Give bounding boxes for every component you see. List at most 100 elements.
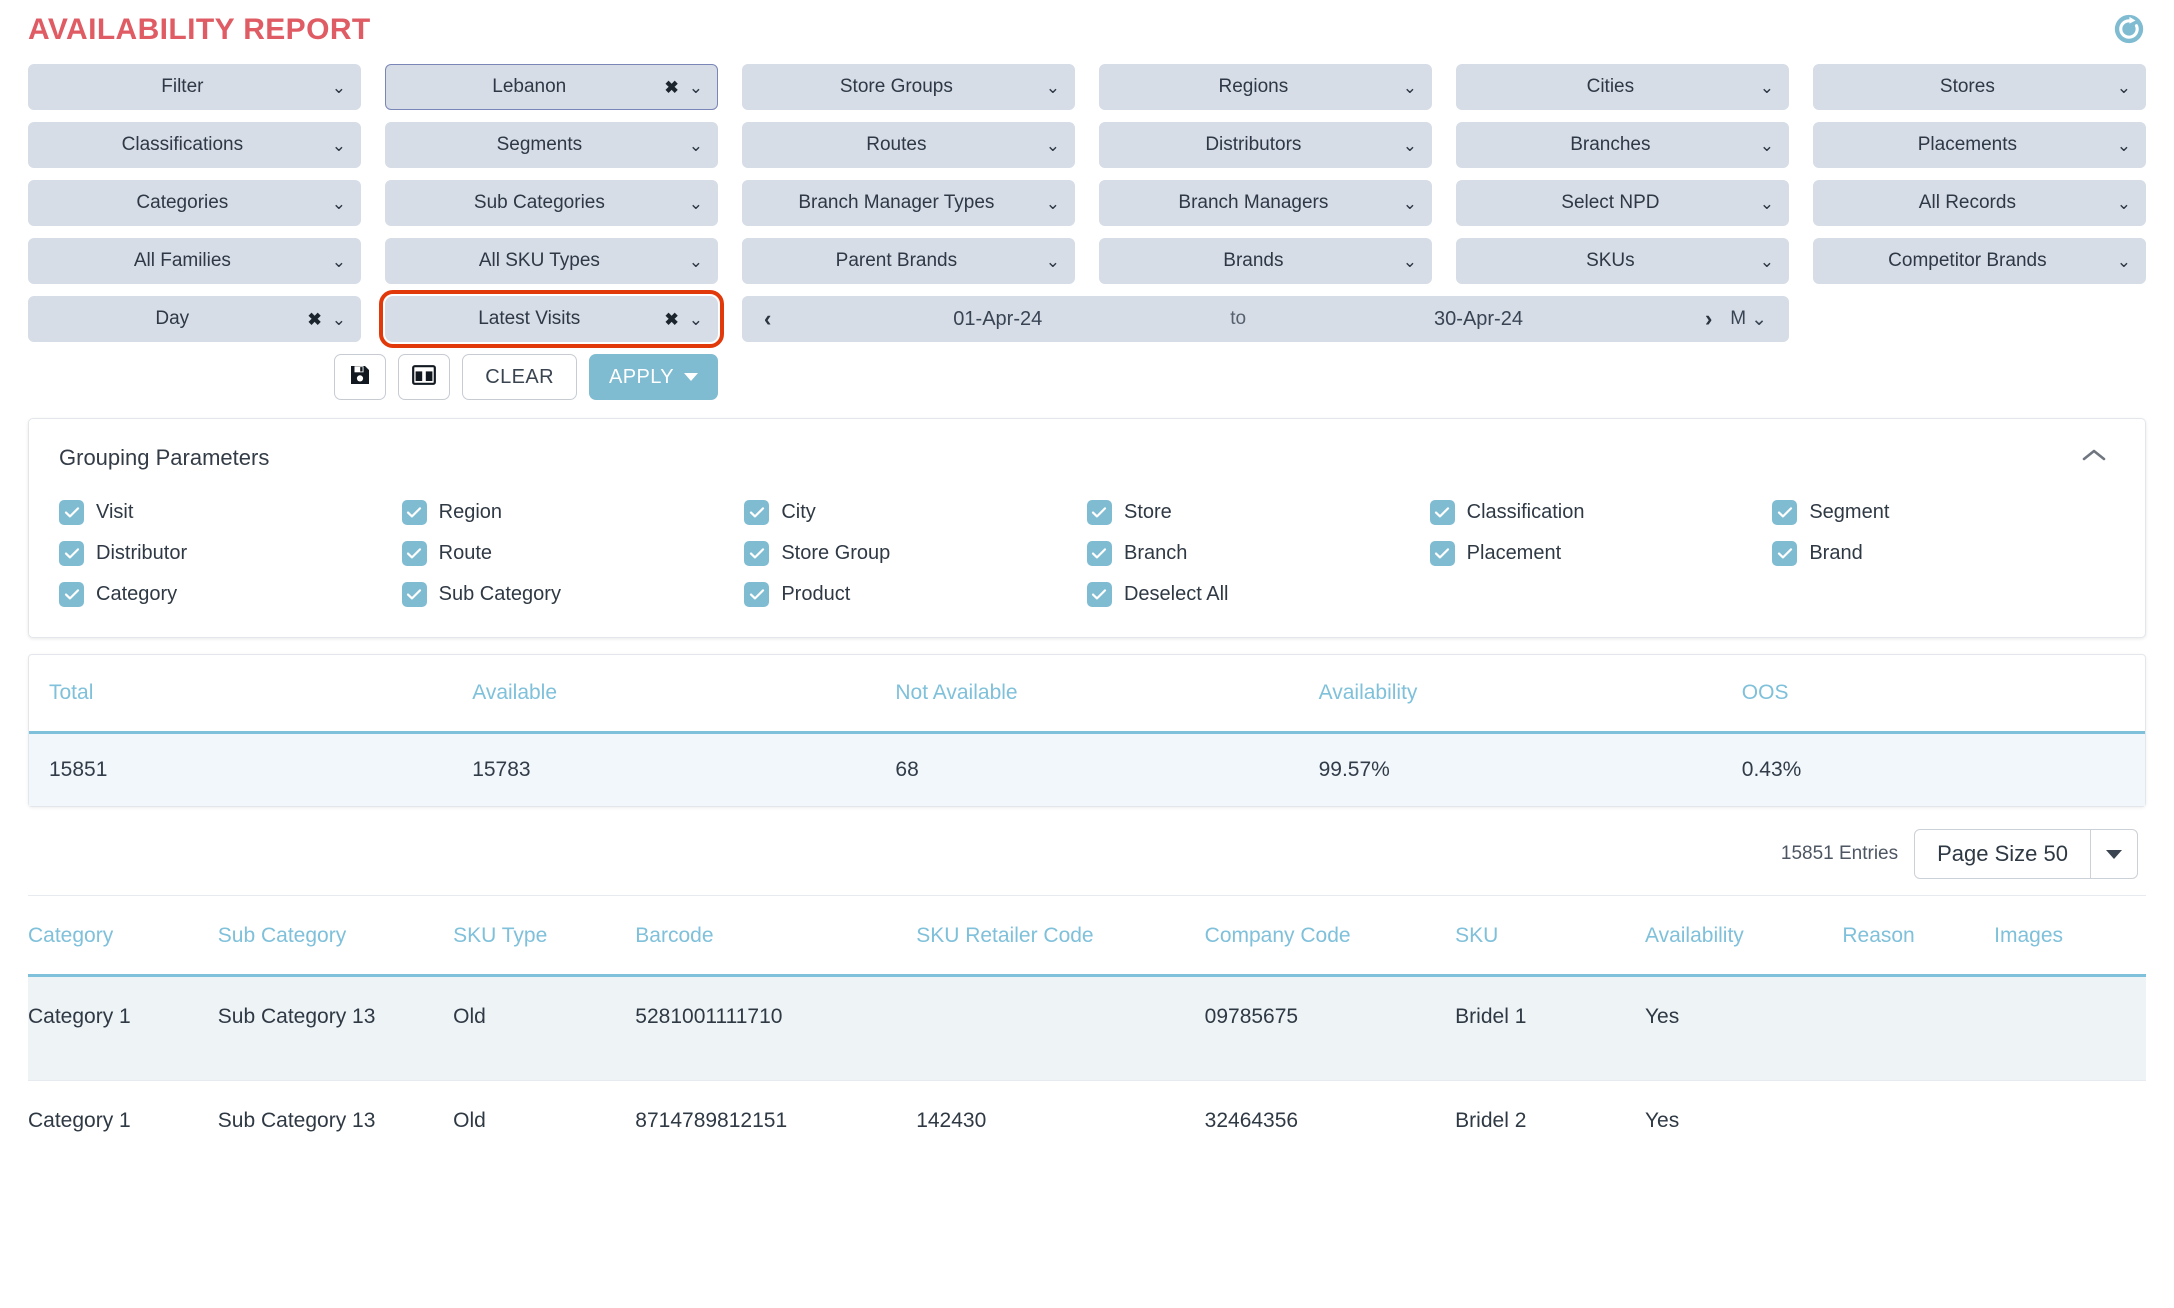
- grouping-checkbox-store-group[interactable]: Store Group: [744, 541, 1087, 566]
- filter-dropdown-competitor-brands[interactable]: Competitor Brands⌄: [1813, 238, 2146, 284]
- grouping-checkbox-product[interactable]: Product: [744, 582, 1087, 607]
- refresh-icon[interactable]: [2112, 12, 2146, 46]
- filter-dropdown-lebanon[interactable]: Lebanon✖⌄: [385, 64, 718, 110]
- chevron-down-icon[interactable]: [2091, 830, 2137, 878]
- filter-dropdown-store-groups[interactable]: Store Groups⌄: [742, 64, 1075, 110]
- chevron-down-icon[interactable]: ⌄: [1046, 195, 1060, 212]
- grouping-checkbox-deselect-all[interactable]: Deselect All: [1087, 582, 1430, 607]
- table-row[interactable]: Category 1Sub Category 13Old528100111171…: [28, 977, 2146, 1080]
- chevron-down-icon[interactable]: ⌄: [1760, 137, 1774, 154]
- date-range-start[interactable]: 01-Apr-24: [771, 308, 1224, 331]
- grouping-checkbox-store[interactable]: Store: [1087, 500, 1430, 525]
- table-column-header[interactable]: Availability: [1645, 896, 1842, 974]
- chevron-down-icon[interactable]: ⌄: [2117, 253, 2131, 270]
- filter-dropdown-all-sku-types[interactable]: All SKU Types⌄: [385, 238, 718, 284]
- chevron-down-icon[interactable]: ⌄: [332, 79, 346, 96]
- grouping-checkbox-distributor[interactable]: Distributor: [59, 541, 402, 566]
- chevron-down-icon[interactable]: ⌄: [689, 137, 703, 154]
- chevron-down-icon[interactable]: ⌄: [2117, 137, 2131, 154]
- grouping-checkbox-city[interactable]: City: [744, 500, 1087, 525]
- chevron-down-icon[interactable]: ⌄: [332, 137, 346, 154]
- chevron-up-icon[interactable]: [2073, 443, 2115, 472]
- chevron-down-icon[interactable]: ⌄: [689, 311, 703, 328]
- table-column-header[interactable]: Category: [28, 896, 218, 974]
- chevron-down-icon[interactable]: ⌄: [689, 253, 703, 270]
- grouping-checkbox-brand[interactable]: Brand: [1772, 541, 2115, 566]
- grouping-checkbox-segment[interactable]: Segment: [1772, 500, 2115, 525]
- filter-dropdown-stores[interactable]: Stores⌄: [1813, 64, 2146, 110]
- chevron-down-icon[interactable]: ⌄: [1403, 253, 1417, 270]
- filter-dropdown-all-families[interactable]: All Families⌄: [28, 238, 361, 284]
- chevron-down-icon[interactable]: ⌄: [1046, 137, 1060, 154]
- summary-column-header[interactable]: Not Available: [875, 655, 1298, 731]
- filter-dropdown-placements[interactable]: Placements⌄: [1813, 122, 2146, 168]
- chevron-down-icon[interactable]: ⌄: [1403, 195, 1417, 212]
- chevron-down-icon[interactable]: ⌄: [1760, 195, 1774, 212]
- filter-dropdown-categories[interactable]: Categories⌄: [28, 180, 361, 226]
- apply-button[interactable]: APPLY: [589, 354, 718, 400]
- date-range-picker[interactable]: ‹01-Apr-24to30-Apr-24›M⌄: [742, 296, 1789, 342]
- grouping-checkbox-region[interactable]: Region: [402, 500, 745, 525]
- filter-dropdown-sub-categories[interactable]: Sub Categories⌄: [385, 180, 718, 226]
- grouping-checkbox-placement[interactable]: Placement: [1430, 541, 1773, 566]
- summary-column-header[interactable]: Availability: [1299, 655, 1722, 731]
- filter-dropdown-branch-manager-types[interactable]: Branch Manager Types⌄: [742, 180, 1075, 226]
- filter-dropdown-segments[interactable]: Segments⌄: [385, 122, 718, 168]
- filter-dropdown-cities[interactable]: Cities⌄: [1456, 64, 1789, 110]
- filter-dropdown-distributors[interactable]: Distributors⌄: [1099, 122, 1432, 168]
- filter-dropdown-regions[interactable]: Regions⌄: [1099, 64, 1432, 110]
- chevron-down-icon[interactable]: ⌄: [1046, 253, 1060, 270]
- grouping-checkbox-visit[interactable]: Visit: [59, 500, 402, 525]
- summary-column-header[interactable]: OOS: [1722, 655, 2145, 731]
- table-column-header[interactable]: SKU: [1455, 896, 1645, 974]
- date-mode-select[interactable]: M⌄: [1730, 308, 1767, 331]
- filter-dropdown-day[interactable]: Day✖⌄: [28, 296, 361, 342]
- filter-dropdown-parent-brands[interactable]: Parent Brands⌄: [742, 238, 1075, 284]
- grouping-checkbox-category[interactable]: Category: [59, 582, 402, 607]
- summary-column-header[interactable]: Available: [452, 655, 875, 731]
- clear-selection-icon[interactable]: ✖: [665, 311, 679, 328]
- chevron-down-icon[interactable]: ⌄: [332, 253, 346, 270]
- chevron-down-icon[interactable]: ⌄: [689, 79, 703, 96]
- next-period-button[interactable]: ›: [1705, 306, 1712, 332]
- chevron-down-icon[interactable]: ⌄: [2117, 195, 2131, 212]
- prev-period-button[interactable]: ‹: [764, 306, 771, 332]
- table-column-header[interactable]: Sub Category: [218, 896, 453, 974]
- clear-selection-icon[interactable]: ✖: [665, 79, 679, 96]
- filter-dropdown-latest-visits[interactable]: Latest Visits✖⌄: [385, 296, 718, 342]
- chevron-down-icon[interactable]: ⌄: [2117, 79, 2131, 96]
- chevron-down-icon[interactable]: ⌄: [1046, 79, 1060, 96]
- caret-down-icon[interactable]: [684, 373, 698, 381]
- chevron-down-icon[interactable]: ⌄: [1760, 79, 1774, 96]
- chevron-down-icon[interactable]: ⌄: [1760, 253, 1774, 270]
- table-row[interactable]: Category 1Sub Category 13Old871478981215…: [28, 1080, 2146, 1183]
- clear-selection-icon[interactable]: ✖: [308, 311, 322, 328]
- chevron-down-icon[interactable]: ⌄: [332, 311, 346, 328]
- chevron-down-icon[interactable]: ⌄: [1403, 137, 1417, 154]
- chevron-down-icon[interactable]: ⌄: [689, 195, 703, 212]
- filter-dropdown-skus[interactable]: SKUs⌄: [1456, 238, 1789, 284]
- grouping-checkbox-route[interactable]: Route: [402, 541, 745, 566]
- grouping-checkbox-branch[interactable]: Branch: [1087, 541, 1430, 566]
- filter-dropdown-branches[interactable]: Branches⌄: [1456, 122, 1789, 168]
- chevron-down-icon[interactable]: ⌄: [332, 195, 346, 212]
- clear-button[interactable]: CLEAR: [462, 354, 577, 400]
- filter-dropdown-branch-managers[interactable]: Branch Managers⌄: [1099, 180, 1432, 226]
- table-column-header[interactable]: SKU Retailer Code: [916, 896, 1204, 974]
- page-size-select[interactable]: Page Size 50: [1914, 829, 2138, 879]
- column-layout-button[interactable]: [398, 354, 450, 400]
- filter-dropdown-filter[interactable]: Filter⌄: [28, 64, 361, 110]
- filter-dropdown-classifications[interactable]: Classifications⌄: [28, 122, 361, 168]
- filter-dropdown-routes[interactable]: Routes⌄: [742, 122, 1075, 168]
- table-column-header[interactable]: Images: [1994, 896, 2146, 974]
- table-column-header[interactable]: Reason: [1842, 896, 1994, 974]
- table-column-header[interactable]: Barcode: [635, 896, 916, 974]
- summary-column-header[interactable]: Total: [29, 655, 452, 731]
- chevron-down-icon[interactable]: ⌄: [1751, 308, 1767, 331]
- filter-dropdown-all-records[interactable]: All Records⌄: [1813, 180, 2146, 226]
- table-column-header[interactable]: SKU Type: [453, 896, 635, 974]
- table-column-header[interactable]: Company Code: [1205, 896, 1456, 974]
- filter-dropdown-select-npd[interactable]: Select NPD⌄: [1456, 180, 1789, 226]
- date-range-end[interactable]: 30-Apr-24: [1252, 308, 1705, 331]
- grouping-checkbox-sub-category[interactable]: Sub Category: [402, 582, 745, 607]
